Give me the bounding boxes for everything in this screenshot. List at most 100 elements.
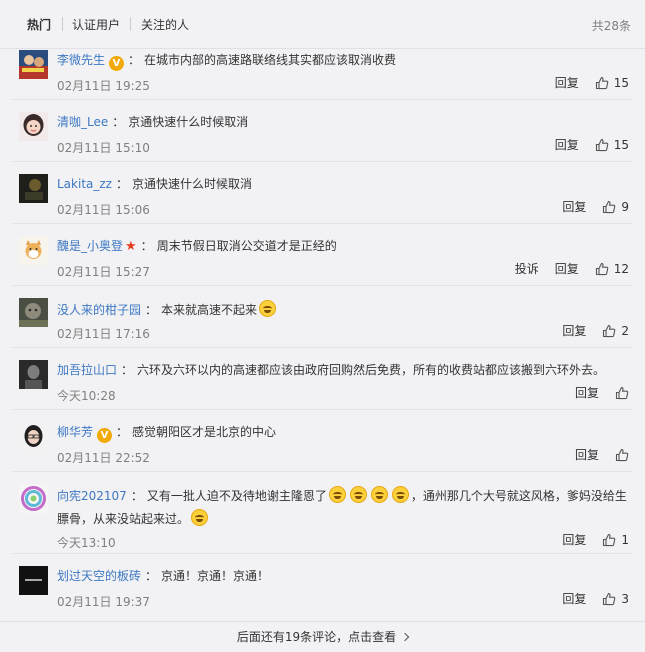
like-button[interactable]: 1 <box>602 533 629 547</box>
laugh-emoji-icon <box>259 300 277 317</box>
colon: ： <box>116 425 129 439</box>
username-link[interactable]: Lakita_zz <box>57 177 112 191</box>
username-link[interactable]: 没人来的柑子园 <box>57 303 141 317</box>
comment-time: 02月11日 19:25 <box>57 79 150 93</box>
comment-item: 柳华芳 V：感觉朝阳区才是北京的中心 02月11日 22:52 回复 <box>0 410 645 472</box>
username-link[interactable]: 划过天空的板砖 <box>57 569 141 583</box>
reply-button[interactable]: 回复 <box>575 384 599 401</box>
comment-text: 六环及六环以内的高速都应该由政府回购然后免费，所有的收费站都应该搬到六环外去。 <box>137 363 606 377</box>
comment-line: 李微先生 V：在城市内部的高速路联络线其实都应该取消收费 <box>57 52 633 71</box>
username-link[interactable]: 李微先生 <box>57 53 105 67</box>
comment-text: 感觉朝阳区才是北京的中心 <box>132 425 277 439</box>
comment-text: 京通快速什么时候取消 <box>128 115 249 129</box>
comment-panel: 热门 认证用户 关注的人 共28条 李微先生 V：在城市内部的高速路联络线其实都应… <box>0 0 645 651</box>
username-link[interactable]: 加吾拉山口 <box>57 363 117 377</box>
avatar[interactable] <box>19 236 48 265</box>
like-count: 3 <box>621 591 629 606</box>
laugh-emoji-icon <box>328 486 346 503</box>
comment-actions: 回复 <box>559 384 629 401</box>
username-link[interactable]: 柳华芳 <box>57 425 93 439</box>
comment-text: 膘骨，从来没站起来过。 <box>57 512 190 526</box>
comment-item: 加吾拉山口 ：六环及六环以内的高速都应该由政府回购然后免费，所有的收费站都应该搬到… <box>0 348 645 410</box>
tab-hot[interactable]: 热门 <box>27 16 51 33</box>
reply-button[interactable]: 回复 <box>562 322 586 339</box>
username-link[interactable]: 向宪202107 <box>57 489 127 503</box>
more-comments-bar: 后面还有19条评论，点击查看 <box>0 621 645 652</box>
like-button[interactable]: 2 <box>602 324 629 338</box>
reply-button[interactable]: 回复 <box>562 198 586 215</box>
comment-actions: 投诉 回复 12 <box>499 260 629 277</box>
comment-time: 今天13:10 <box>57 536 116 550</box>
reply-button[interactable]: 回复 <box>555 74 579 91</box>
comment-time: 02月11日 15:27 <box>57 265 150 279</box>
like-count: 9 <box>621 199 629 214</box>
laugh-emoji-icon <box>191 509 209 526</box>
comment-time: 02月11日 22:52 <box>57 451 150 465</box>
avatar[interactable] <box>19 484 48 513</box>
comment-time: 02月11日 17:16 <box>57 327 150 341</box>
avatar[interactable] <box>19 298 48 327</box>
colon: ： <box>140 239 153 253</box>
like-button[interactable] <box>615 386 629 400</box>
avatar[interactable] <box>19 50 48 79</box>
avatar[interactable] <box>19 112 48 141</box>
comment-actions: 回复 <box>559 446 629 463</box>
comment-actions: 回复 15 <box>539 74 629 91</box>
comment-time: 今天10:28 <box>57 389 116 403</box>
like-count: 1 <box>621 532 629 547</box>
comment-line: 膘骨，从来没站起来过。 <box>57 509 633 527</box>
laugh-emoji-icon <box>349 486 367 503</box>
comment-text: 在城市内部的高速路联络线其实都应该取消收费 <box>144 53 397 67</box>
laugh-emoji-icon <box>391 486 409 503</box>
avatar[interactable] <box>19 566 48 595</box>
reply-button[interactable]: 回复 <box>562 590 586 607</box>
comment-line: 划过天空的板砖 ：京通！京通！京通！ <box>57 568 633 584</box>
tab-following[interactable]: 关注的人 <box>141 16 189 33</box>
thumbs-up-icon <box>615 448 629 461</box>
comment-line: 柳华芳 V：感觉朝阳区才是北京的中心 <box>57 424 633 443</box>
like-count: 15 <box>613 137 629 152</box>
like-button[interactable]: 9 <box>602 200 629 214</box>
tab-divider <box>62 17 63 31</box>
reply-button[interactable]: 回复 <box>562 531 586 548</box>
verified-badge-icon: V <box>97 428 113 443</box>
comment-text: 又有一批人迫不及待地谢主隆恩了 <box>146 489 327 503</box>
username-link[interactable]: 醜是_小奥登 <box>57 239 123 253</box>
more-comments-link[interactable]: 后面还有19条评论，点击查看 <box>237 630 410 644</box>
report-button[interactable]: 投诉 <box>515 260 539 277</box>
colon: ： <box>115 177 128 191</box>
avatar[interactable] <box>19 360 48 389</box>
comment-item: 划过天空的板砖 ：京通！京通！京通！ 02月11日 19:37 回复 3 <box>0 554 645 616</box>
avatar[interactable] <box>19 174 48 203</box>
colon: ： <box>145 569 158 583</box>
reply-button[interactable]: 回复 <box>555 136 579 153</box>
like-count: 15 <box>613 75 629 90</box>
comment-actions: 回复 2 <box>546 322 629 339</box>
comment-line: 加吾拉山口 ：六环及六环以内的高速都应该由政府回购然后免费，所有的收费站都应该搬到… <box>57 362 633 378</box>
star-badge-icon: ★ <box>125 239 137 254</box>
avatar[interactable] <box>19 422 48 451</box>
comment-actions: 回复 15 <box>539 136 629 153</box>
comment-time: 02月11日 15:10 <box>57 141 150 155</box>
comment-total: 共28条 <box>591 19 631 33</box>
colon: ： <box>121 363 134 377</box>
tab-verified[interactable]: 认证用户 <box>72 16 120 33</box>
comment-text: ，通州那几个大号就这风格，爹妈没给生 <box>410 489 627 503</box>
comment-text: 周末节假日取消公交道才是正经的 <box>156 239 337 253</box>
like-button[interactable]: 15 <box>595 76 629 90</box>
comment-item: Lakita_zz： 京通快速什么时候取消 02月11日 15:06 回复 9 <box>0 162 645 224</box>
reply-button[interactable]: 回复 <box>575 446 599 463</box>
thumbs-up-icon <box>603 533 616 546</box>
like-button[interactable]: 3 <box>602 592 629 606</box>
comment-text: 本来就高速不起来 <box>161 303 258 317</box>
comment-actions: 回复 9 <box>546 198 629 215</box>
comment-line: 清咖_Lee ：京通快速什么时候取消 <box>57 114 633 130</box>
like-button[interactable] <box>615 448 629 462</box>
comment-line: 没人来的柑子园 ：本来就高速不起来 <box>57 300 633 318</box>
reply-button[interactable]: 回复 <box>555 260 579 277</box>
like-button[interactable]: 12 <box>595 262 629 276</box>
comment-item: 醜是_小奥登 ★：周末节假日取消公交道才是正经的 02月11日 15:27 投诉 … <box>0 224 645 286</box>
comment-line: 向宪202107：又有一批人迫不及待地谢主隆恩了 ，通州那几个大号就这风格，爹妈没… <box>57 486 633 504</box>
username-link[interactable]: 清咖_Lee <box>57 115 108 129</box>
like-button[interactable]: 15 <box>595 138 629 152</box>
